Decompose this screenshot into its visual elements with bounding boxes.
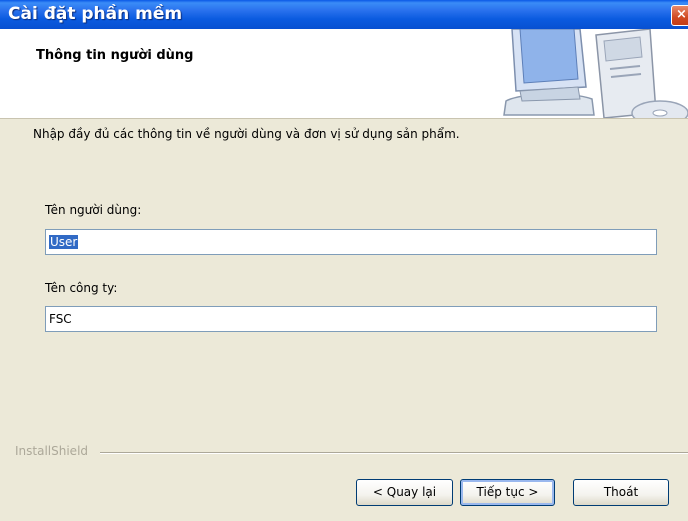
installer-window: Cài đặt phần mềm × Thông tin người dùng … [0,0,688,521]
page-title: Thông tin người dùng [36,48,194,63]
next-button[interactable]: Tiếp tục > [460,479,555,506]
company-field[interactable]: FSC [45,306,657,332]
company-value: FSC [49,312,72,326]
user-name-field[interactable]: User [45,229,657,255]
installshield-brand: InstallShield [15,444,89,458]
close-icon[interactable]: × [671,5,688,26]
company-label: Tên công ty: [45,281,118,295]
back-button[interactable]: < Quay lại [356,479,453,506]
footer-divider [100,452,688,454]
computer-icon [503,29,688,118]
title-bar[interactable]: Cài đặt phần mềm × [0,0,688,29]
window-title: Cài đặt phần mềm [8,4,183,24]
user-name-label: Tên người dùng: [45,203,142,217]
header-panel: Thông tin người dùng [0,29,688,119]
instruction-text: Nhập đầy đủ các thông tin về người dùng … [33,127,460,141]
exit-button[interactable]: Thoát [573,479,669,506]
user-name-value: User [49,235,79,249]
